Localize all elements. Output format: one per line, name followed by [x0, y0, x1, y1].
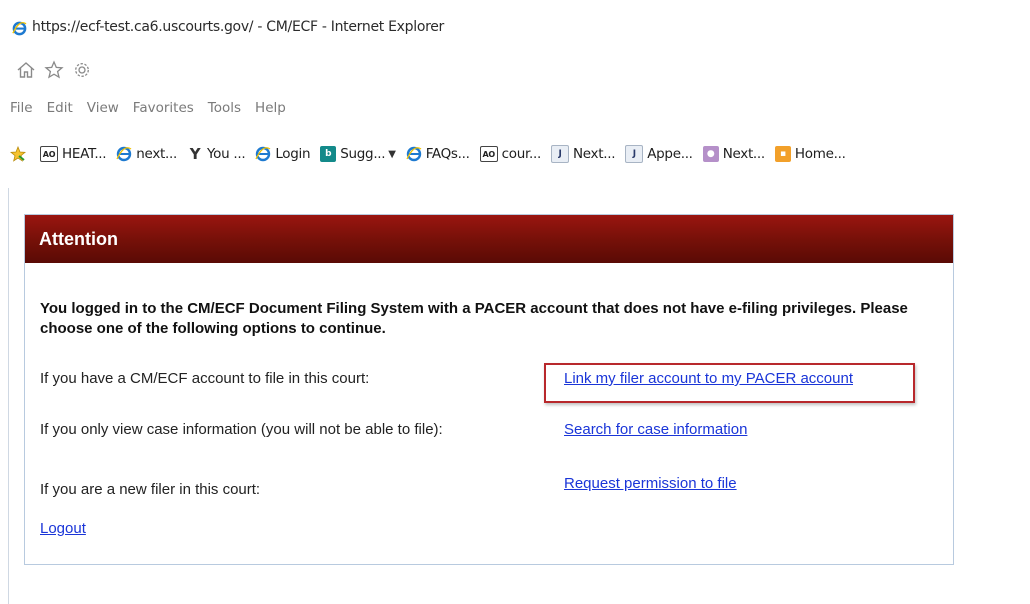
favorite-link-login[interactable]: Login	[255, 146, 311, 162]
option-label-new-filer: If you are a new filer in this court:	[40, 481, 261, 498]
settings-gear-icon[interactable]	[72, 60, 92, 80]
window-title: https://ecf-test.ca6.uscourts.gov/ - CM/…	[32, 19, 445, 35]
option-label-link-account: If you have a CM/ECF account to file in …	[40, 370, 370, 387]
j-icon: J	[550, 145, 569, 163]
favorite-link-appe[interactable]: J Appe...	[625, 145, 693, 163]
attention-panel: Attention You logged in to the CM/ECF Do…	[24, 214, 954, 565]
ie-icon	[116, 146, 132, 162]
intro-message: You logged in to the CM/ECF Document Fil…	[40, 300, 908, 337]
menu-tools[interactable]: Tools	[208, 100, 241, 116]
chevron-down-icon[interactable]: ▼	[388, 149, 396, 160]
logout-link[interactable]: Logout	[40, 520, 86, 537]
panel-header: Attention	[25, 215, 953, 263]
favorite-label: FAQs...	[425, 146, 470, 162]
favorite-label: Home...	[794, 146, 846, 162]
favorite-label: You ...	[206, 146, 246, 162]
favorite-label: Sugg...	[340, 146, 386, 162]
option-label-view-case: If you only view case information (you w…	[40, 421, 443, 438]
favorite-label: cour...	[501, 146, 542, 162]
favorite-link-next-2[interactable]: J Next...	[550, 145, 616, 163]
menu-file[interactable]: File	[10, 100, 33, 116]
search-case-information-link[interactable]: Search for case information	[564, 421, 747, 438]
favorites-bar: AO HEAT... next... Y You ... Login b Sug…	[0, 134, 1030, 174]
menu-view[interactable]: View	[87, 100, 119, 116]
people-icon: ●	[702, 146, 719, 162]
favorite-link-home[interactable]: ▪ Home...	[774, 146, 846, 162]
menu-edit[interactable]: Edit	[47, 100, 73, 116]
page-frame-divider	[8, 188, 9, 604]
request-permission-link[interactable]: Request permission to file	[564, 475, 737, 492]
browser-title-bar: https://ecf-test.ca6.uscourts.gov/ - CM/…	[0, 0, 1030, 54]
command-icons	[16, 60, 92, 80]
favorite-link-heat[interactable]: AO HEAT...	[40, 146, 107, 162]
add-favorite-star-icon	[10, 146, 26, 162]
favorite-link-next[interactable]: next...	[116, 146, 177, 162]
menu-favorites[interactable]: Favorites	[133, 100, 194, 116]
home-icon[interactable]	[16, 60, 36, 80]
favorite-link-you[interactable]: Y You ...	[187, 145, 246, 163]
favorite-label: Next...	[572, 146, 616, 162]
favorite-label: Login	[275, 146, 311, 162]
bing-icon: b	[320, 146, 337, 162]
favorite-label: Next...	[722, 146, 766, 162]
link-filer-account-link[interactable]: Link my filer account to my PACER accoun…	[564, 370, 853, 387]
j-icon: J	[625, 145, 644, 163]
menu-help[interactable]: Help	[255, 100, 286, 116]
favorite-link-next-3[interactable]: ● Next...	[702, 146, 766, 162]
favorite-link-sugg[interactable]: b Sugg... ▼	[320, 146, 396, 162]
yammer-icon: Y	[189, 145, 201, 163]
favorite-label: next...	[136, 146, 177, 162]
favorite-label: Appe...	[647, 146, 693, 162]
favorite-label: HEAT...	[62, 146, 107, 162]
ao-icon: AO	[479, 146, 498, 162]
ao-icon: AO	[40, 146, 58, 162]
ie-icon	[255, 146, 271, 162]
favorite-link-cour[interactable]: AO cour...	[479, 146, 542, 162]
menu-bar: File Edit View Favorites Tools Help	[0, 95, 1030, 121]
favorite-link-faqs[interactable]: FAQs...	[406, 146, 470, 162]
internet-explorer-icon	[12, 21, 27, 36]
favorites-star-icon[interactable]	[44, 60, 64, 80]
home-grid-icon: ▪	[774, 146, 791, 162]
ie-icon	[406, 146, 422, 162]
add-to-favorites-button[interactable]	[10, 146, 30, 162]
